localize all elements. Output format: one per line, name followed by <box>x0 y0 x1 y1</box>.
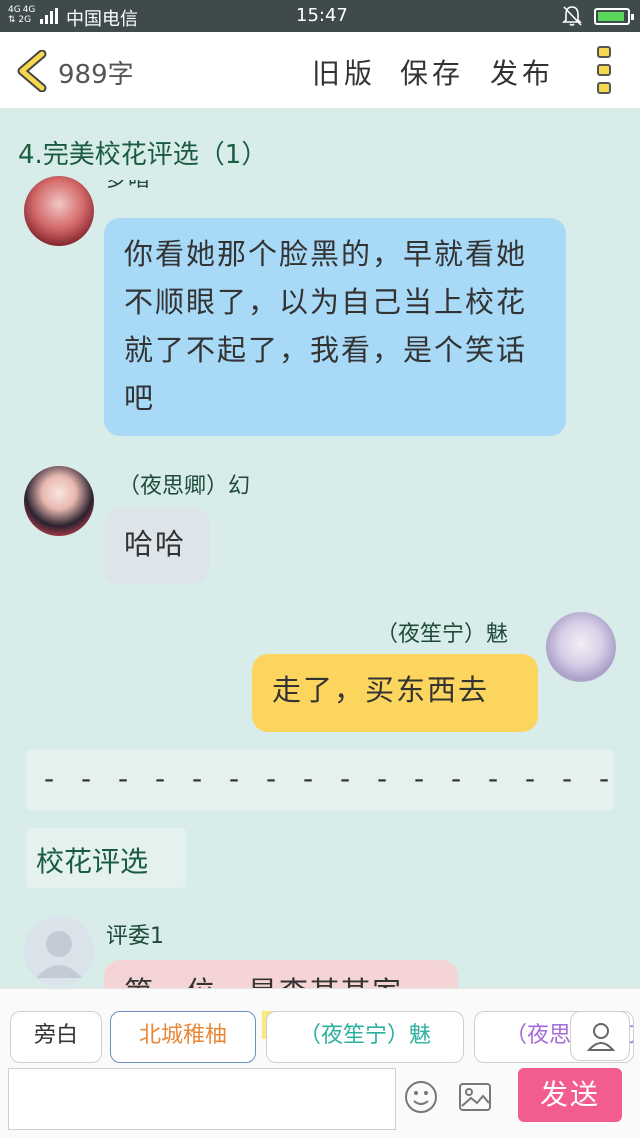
clock: 15:47 <box>296 5 348 26</box>
role-ye-shengning[interactable]: （夜笙宁）魅 <box>266 1011 464 1063</box>
scene-divider[interactable]: - - - - - - - - - - - - - - - - - - <box>26 750 614 810</box>
save-button[interactable]: 保存 <box>400 52 464 92</box>
role-narration[interactable]: 旁白 <box>10 1011 102 1063</box>
editor-header: 989字 旧版 保存 发布 <box>0 32 640 108</box>
bell-off-icon <box>562 6 582 26</box>
image-icon[interactable] <box>458 1082 492 1112</box>
send-button[interactable]: 发送 <box>518 1068 622 1122</box>
chapter-title: 4.完美校花评选（1） <box>18 140 268 170</box>
carrier-label: 中国电信 <box>66 9 138 30</box>
avatar[interactable] <box>24 916 94 986</box>
status-bar: 4G 4G ⇅ 2G 中国电信 15:47 <box>0 0 640 32</box>
speaker-name: （夜思卿）幻 <box>118 474 251 499</box>
more-icon[interactable] <box>596 46 612 96</box>
message-bubble[interactable]: 第一位，是李某某家 <box>104 960 458 988</box>
input-bar: 发送 <box>0 1068 640 1138</box>
story-content[interactable]: 4.完美校花评选（1） 梦暗 你看她那个脸黑的，早就看她不顺眼了，以为自己当上校… <box>0 108 640 988</box>
role-beicheng-zhiyou[interactable]: 北城稚柚 <box>110 1011 256 1063</box>
network-type: 4G 4G ⇅ 2G <box>8 5 36 25</box>
old-version-button[interactable]: 旧版 <box>312 52 376 92</box>
person-placeholder-icon <box>36 931 82 978</box>
message-input[interactable] <box>8 1068 396 1130</box>
message-bubble[interactable]: 走了，买东西去 <box>252 654 538 732</box>
avatar[interactable] <box>24 176 94 246</box>
battery-icon <box>594 8 634 25</box>
avatar[interactable] <box>546 612 616 682</box>
avatar[interactable] <box>24 466 94 536</box>
section-title[interactable]: 校花评选 <box>26 828 186 888</box>
emoji-icon[interactable] <box>404 1080 438 1114</box>
person-icon <box>586 1023 616 1051</box>
speaker-name: 评委1 <box>106 924 164 949</box>
speaker-name: （夜笙宁）魅 <box>376 622 509 647</box>
signal-icon <box>40 8 58 24</box>
speaker-name: 梦暗 <box>106 180 150 196</box>
character-manage-button[interactable] <box>570 1011 630 1061</box>
message-bubble[interactable]: 你看她那个脸黑的，早就看她不顺眼了，以为自己当上校花就了不起了，我看，是个笑话吧 <box>104 218 566 436</box>
back-chevron-icon[interactable] <box>14 50 50 92</box>
message-bubble[interactable]: 哈哈 <box>104 508 210 584</box>
publish-button[interactable]: 发布 <box>490 52 554 92</box>
word-count: 989字 <box>58 60 134 90</box>
role-selector-bar: 旁白 北城稚柚 主 （夜笙宁）魅 （夜思卿）幻 <box>0 988 640 1068</box>
